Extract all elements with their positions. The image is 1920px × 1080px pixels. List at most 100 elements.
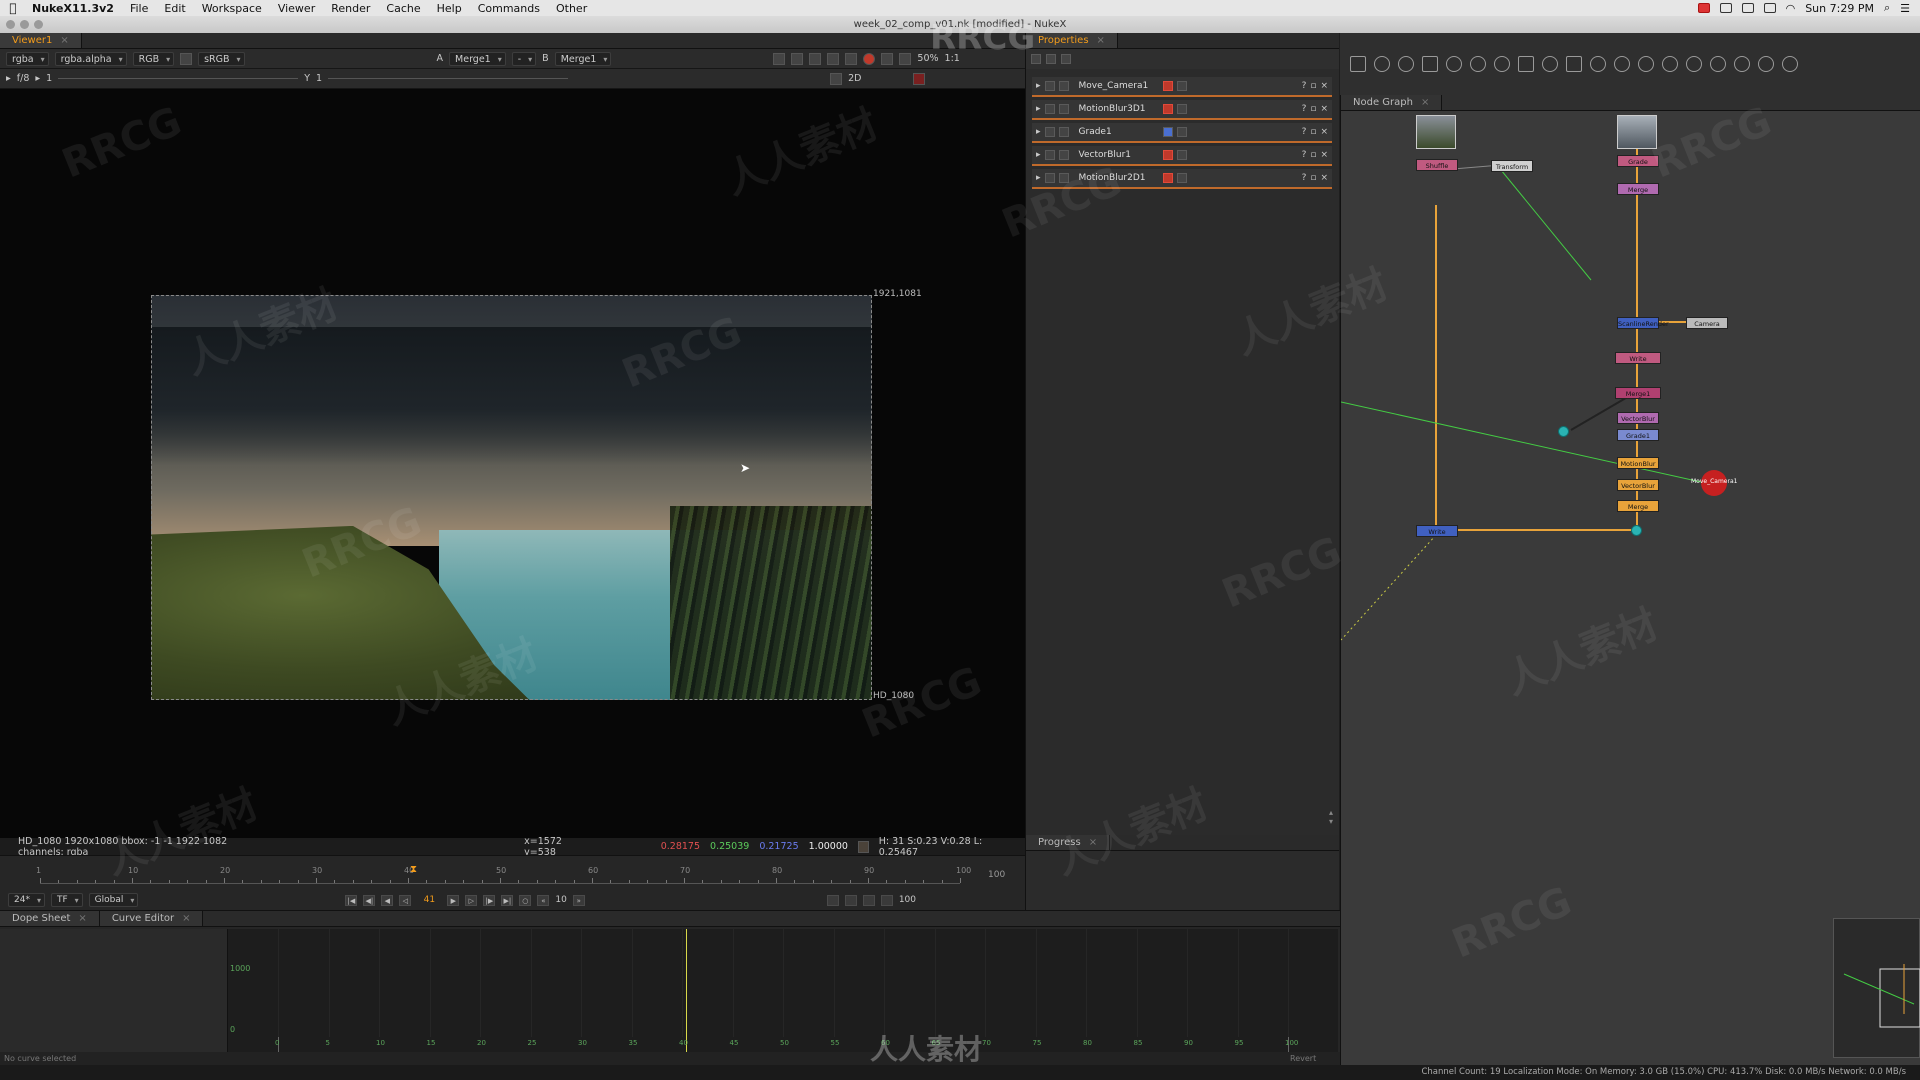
time-node-icon[interactable] — [1398, 56, 1414, 72]
other-node-icon[interactable] — [1710, 56, 1726, 72]
ofx-node-icon[interactable] — [1758, 56, 1774, 72]
render-icon[interactable] — [844, 894, 857, 906]
motionblur-node[interactable]: MotionBlur — [1617, 457, 1659, 469]
grid-icon[interactable] — [809, 52, 822, 65]
time-machine-icon[interactable] — [1763, 3, 1776, 13]
shuffle-node[interactable]: Shuffle — [1416, 159, 1458, 171]
ratio-value[interactable]: 1:1 — [945, 53, 960, 64]
color2-icon[interactable] — [1176, 81, 1187, 91]
color2-icon[interactable] — [1176, 150, 1187, 160]
play-icon[interactable]: ▸ — [6, 73, 11, 84]
help-icon[interactable]: ? — [1302, 104, 1307, 114]
scanline-render-node[interactable]: ScanlineRender — [1617, 317, 1669, 329]
current-frame[interactable]: 41 — [417, 895, 441, 905]
loop-icon[interactable]: ○ — [519, 894, 532, 906]
property-row[interactable]: ▸ MotionBlur3D1 ? ▫ × — [1032, 100, 1332, 120]
float-icon[interactable]: ▫ — [1310, 104, 1316, 114]
help-icon[interactable]: ? — [1302, 81, 1307, 91]
menu-edit[interactable]: Edit — [156, 2, 193, 15]
transform-node-icon[interactable] — [1542, 56, 1558, 72]
float-icon[interactable]: ▫ — [1310, 173, 1316, 183]
export-icon[interactable] — [880, 894, 893, 906]
write-node[interactable]: Write — [1615, 352, 1661, 364]
camera-node[interactable]: Camera — [1686, 317, 1728, 329]
roi-icon[interactable] — [773, 52, 786, 65]
app-menu[interactable]: NukeX11.3v2 — [26, 2, 122, 15]
wifi-icon[interactable]: ◠ — [1786, 2, 1796, 15]
first-frame-icon[interactable]: |◀ — [345, 894, 358, 906]
merge-node[interactable]: Merge — [1617, 183, 1659, 195]
float-icon[interactable]: ▫ — [1310, 150, 1316, 160]
help-icon[interactable]: ? — [1302, 127, 1307, 137]
wipe-dropdown[interactable]: - — [511, 51, 537, 66]
settings-icon[interactable] — [1782, 56, 1798, 72]
color-icon[interactable] — [1162, 81, 1173, 91]
expand-icon[interactable]: ▸ — [1036, 173, 1041, 183]
record-icon[interactable] — [863, 52, 876, 65]
channels-dropdown[interactable]: rgba — [6, 51, 49, 66]
max-panels-icon[interactable] — [1031, 54, 1041, 64]
close-icon[interactable]: × — [78, 913, 86, 924]
next-frame-icon[interactable]: ▷ — [465, 894, 478, 906]
alpha-dropdown[interactable]: rgba.alpha — [54, 51, 127, 66]
close-icon[interactable]: × — [1320, 104, 1328, 114]
keyer-node-icon[interactable] — [1494, 56, 1510, 72]
property-row[interactable]: ▸ Move_Camera1 ? ▫ × — [1032, 77, 1332, 97]
revert-button[interactable]: Revert — [1290, 1052, 1316, 1066]
image-node-icon[interactable] — [1350, 56, 1366, 72]
color2-icon[interactable] — [1176, 173, 1187, 183]
tab-curve-editor[interactable]: Curve Editor × — [99, 911, 204, 926]
close-icon[interactable]: × — [60, 35, 68, 46]
merge-node[interactable]: Merge — [1617, 500, 1659, 512]
lock-panels-icon[interactable] — [1061, 54, 1071, 64]
crop-icon[interactable] — [830, 72, 843, 85]
display-dropdown[interactable]: RGB — [132, 51, 175, 66]
play-backward-icon[interactable]: ◁ — [399, 894, 412, 906]
lock-range-icon[interactable] — [862, 894, 875, 906]
clear-panels-icon[interactable] — [1046, 54, 1056, 64]
menu-other[interactable]: Other — [548, 2, 595, 15]
vectorblur-node[interactable]: VectorBlur — [1617, 412, 1659, 424]
read-node-thumbnail[interactable] — [1416, 115, 1456, 149]
color-node-icon[interactable] — [1446, 56, 1462, 72]
proxy-icon[interactable] — [791, 52, 804, 65]
expand-icon[interactable]: ▸ — [1036, 150, 1041, 160]
draw-node-icon[interactable] — [1374, 56, 1390, 72]
read-node-thumbnail[interactable] — [1617, 115, 1657, 149]
minimize-window-button[interactable] — [20, 20, 29, 29]
color2-icon[interactable] — [1176, 104, 1187, 114]
grade-node[interactable]: Grade — [1617, 155, 1659, 167]
close-icon[interactable]: × — [1097, 35, 1105, 46]
menu-viewer[interactable]: Viewer — [270, 2, 323, 15]
close-icon[interactable]: × — [1320, 127, 1328, 137]
toolsets-node-icon[interactable] — [1686, 56, 1702, 72]
merge1-node[interactable]: Merge1 — [1615, 387, 1661, 399]
node-graph-minimap[interactable] — [1833, 918, 1920, 1058]
lut-dropdown[interactable]: sRGB — [198, 51, 245, 66]
vectorblur-node[interactable]: VectorBlur — [1617, 479, 1659, 491]
tf-dropdown[interactable]: TF — [50, 893, 83, 907]
menu-commands[interactable]: Commands — [470, 2, 548, 15]
pause-icon[interactable] — [881, 52, 894, 65]
playhead-icon[interactable]: ⧗ — [410, 864, 417, 875]
expand-icon[interactable]: ▸ — [1036, 127, 1041, 137]
gain-slider[interactable] — [58, 78, 299, 79]
float-icon[interactable]: ▫ — [1310, 81, 1316, 91]
menu-render[interactable]: Render — [323, 2, 378, 15]
lut-icon[interactable] — [180, 52, 193, 65]
input-b-dropdown[interactable]: Merge1 — [554, 51, 612, 66]
prev-frame-icon[interactable]: ◀ — [381, 894, 394, 906]
menu-help[interactable]: Help — [429, 2, 470, 15]
dot-node[interactable] — [1631, 525, 1642, 536]
property-row[interactable]: ▸ VectorBlur1 ? ▫ × — [1032, 146, 1332, 166]
apple-icon[interactable]:  — [0, 1, 26, 15]
expand-icon[interactable]: ▸ — [1036, 81, 1041, 91]
cloud-icon[interactable] — [1719, 3, 1732, 13]
close-icon[interactable]: × — [1320, 81, 1328, 91]
expand-icon[interactable]: ▸ — [1036, 104, 1041, 114]
step-forward-icon[interactable]: » — [572, 894, 585, 906]
furnace-node-icon[interactable] — [1734, 56, 1750, 72]
input-a-dropdown[interactable]: Merge1 — [449, 51, 506, 66]
fps-dropdown[interactable]: 24* — [8, 893, 45, 907]
display-icon[interactable] — [1741, 3, 1754, 13]
